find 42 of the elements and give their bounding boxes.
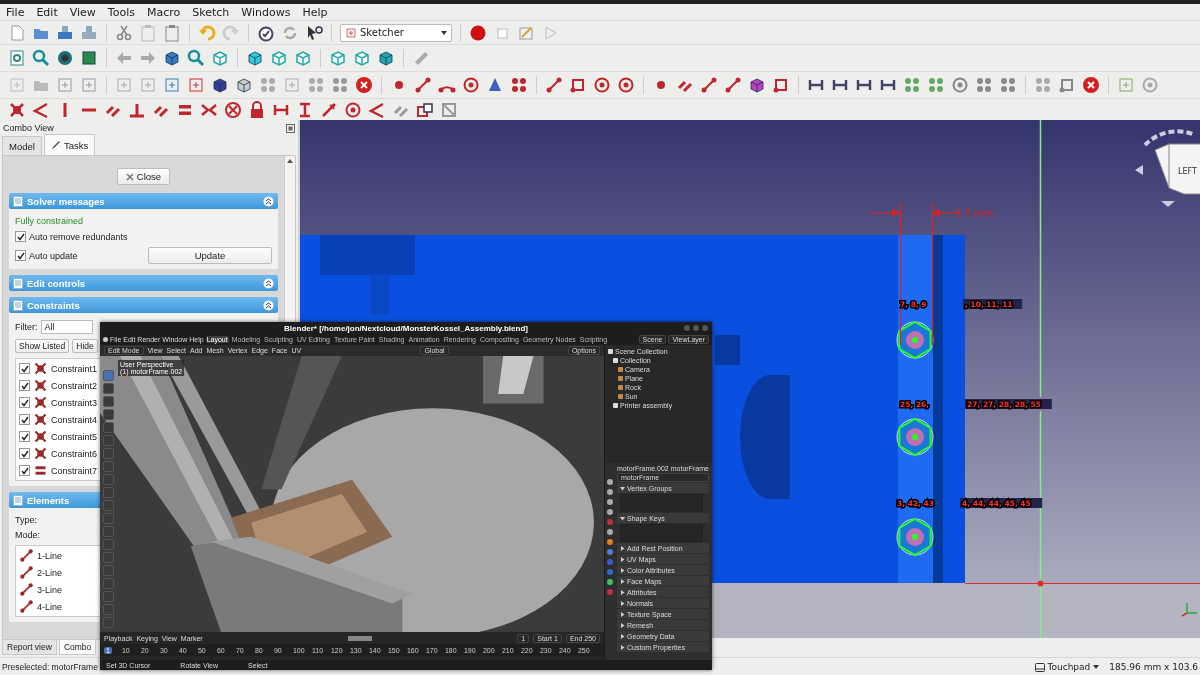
- filter-dropdown[interactable]: All: [40, 320, 93, 334]
- dimension-label: 5.7 mm: [955, 208, 994, 219]
- type-label: Type:: [15, 515, 37, 525]
- tab[interactable]: Combo: [58, 640, 97, 655]
- filter-label: Filter:: [15, 322, 38, 332]
- menu-item[interactable]: Macro: [146, 5, 181, 19]
- element-item[interactable]: 2-Line: [37, 567, 63, 578]
- constraint-item[interactable]: Constraint6: [51, 448, 98, 459]
- menu-item[interactable]: Help: [302, 5, 328, 19]
- constraint-item[interactable]: Constraint1: [51, 363, 98, 374]
- mode-label: Mode:: [15, 530, 40, 540]
- window-title: Blender* [/home/jon/Nextcloud/MonsterKossel_Assembly.blend]: [284, 323, 528, 333]
- element-item[interactable]: 1-Line: [37, 550, 63, 561]
- constraint-item[interactable]: Constraint5: [51, 431, 98, 442]
- constraint-item[interactable]: Constraint7: [51, 465, 98, 476]
- constraint-item[interactable]: Constraint2: [51, 380, 98, 391]
- menu-item[interactable]: Windows: [241, 5, 291, 19]
- close-button[interactable]: Close: [116, 168, 171, 185]
- menu-item[interactable]: Edit: [36, 5, 58, 19]
- menu-item[interactable]: File: [6, 5, 25, 19]
- element-item[interactable]: 4-Line: [37, 601, 63, 612]
- dimensions-readout: 185.96 mm x 103.6: [1109, 662, 1198, 672]
- checkbox-label: Auto update: [29, 250, 78, 261]
- list-button[interactable]: Show Listed: [15, 339, 70, 353]
- tab[interactable]: Tasks: [43, 134, 96, 155]
- checkbox-label: Auto remove redundants: [29, 231, 128, 242]
- tab[interactable]: Report view: [2, 640, 57, 655]
- list-button[interactable]: Hide: [72, 339, 98, 353]
- status-message: Preselected: motorFrame: [2, 662, 98, 672]
- solver-status: Fully constrained: [15, 216, 85, 226]
- panel-title: Combo View: [3, 123, 54, 133]
- update-button[interactable]: Update: [148, 247, 272, 264]
- constraint-item[interactable]: Constraint3: [51, 397, 98, 408]
- constraint-item[interactable]: Constraint4: [51, 414, 98, 425]
- tab[interactable]: Model: [2, 136, 42, 155]
- navigation-style[interactable]: Touchpad: [1047, 662, 1091, 672]
- cube-face-label: LEFT: [1178, 167, 1197, 176]
- menu-item[interactable]: Sketch: [192, 5, 230, 19]
- workbench-dropdown[interactable]: Sketcher: [340, 23, 452, 42]
- menu-item[interactable]: View: [69, 5, 96, 19]
- menu-item[interactable]: Tools: [107, 5, 135, 19]
- element-item[interactable]: 3-Line: [37, 584, 63, 595]
